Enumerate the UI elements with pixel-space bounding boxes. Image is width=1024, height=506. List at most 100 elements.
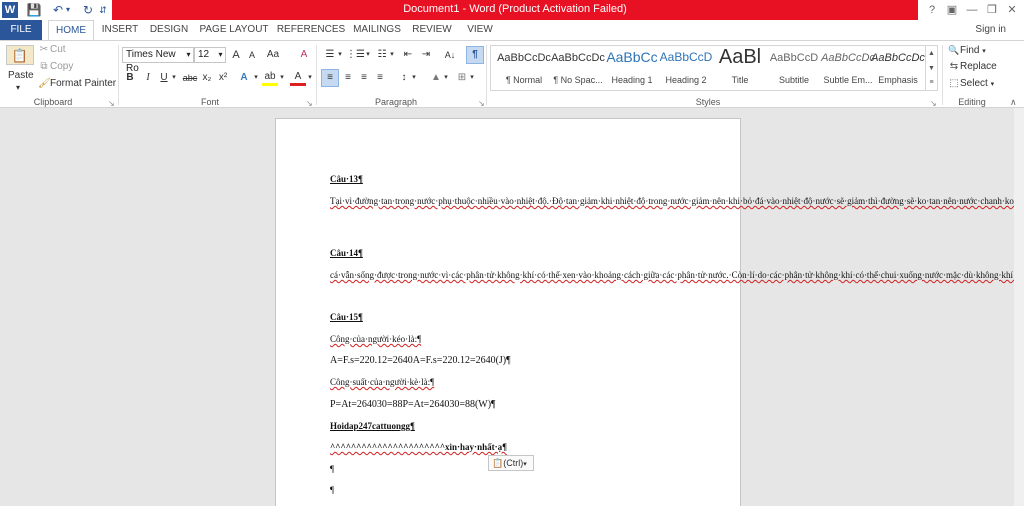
sign-in-link[interactable]: Sign in — [975, 20, 1006, 40]
minimize-icon[interactable]: — — [962, 1, 982, 19]
paragraph-cong[interactable]: Công·của·người·kéo·là:¶ — [330, 335, 690, 344]
change-case-icon[interactable]: Aa — [262, 47, 284, 63]
redo-icon[interactable]: ↻ — [80, 2, 96, 18]
style-preview: AaBbCcD — [659, 50, 713, 64]
clear-formatting-icon[interactable]: A — [296, 47, 312, 63]
paste-dropdown-icon[interactable]: ▾ — [16, 81, 20, 95]
group-divider — [118, 45, 119, 105]
magnifier-icon: 🔍 — [948, 45, 960, 55]
save-icon[interactable]: 💾 — [26, 2, 42, 18]
paragraph-cong-formula[interactable]: A=F.s=220.12=2640A=F.s=220.12=2640(J)¶ — [330, 356, 690, 366]
style-normal[interactable]: AaBbCcDc ¶ Normal — [493, 46, 555, 90]
font-name-dropdown-icon[interactable]: ▾ — [184, 47, 194, 63]
numbering-dropdown-icon[interactable]: ▾ — [364, 47, 372, 63]
numbering-icon[interactable]: ⋮☰ — [346, 47, 365, 63]
word-window: W 💾 ↶ ▾ ↻ ⇵ Document1 - Word (Product Ac… — [0, 0, 1024, 506]
close-icon[interactable]: ✕ — [1002, 1, 1022, 19]
undo-dropdown-icon[interactable]: ▾ — [64, 2, 72, 18]
multilevel-dropdown-icon[interactable]: ▾ — [388, 47, 396, 63]
sort-icon[interactable]: A↓ — [440, 47, 460, 63]
show-formatting-marks-icon[interactable]: ¶ — [466, 46, 484, 64]
word-app-icon[interactable]: W — [2, 2, 18, 18]
align-left-icon[interactable]: ≡ — [321, 69, 339, 87]
ribbon-display-options-icon[interactable]: ▣ — [942, 1, 962, 19]
copy-icon: ⧉ — [40, 61, 48, 72]
heading-cau-13[interactable]: Câu·13¶ — [330, 175, 690, 184]
italic-icon[interactable]: I — [140, 70, 156, 86]
help-icon[interactable]: ? — [922, 1, 942, 19]
shading-dropdown-icon[interactable]: ▾ — [442, 70, 450, 86]
tab-file[interactable]: FILE — [0, 20, 42, 40]
heading-cau-15[interactable]: Câu·15¶ — [330, 313, 690, 322]
document-page[interactable]: Câu·13¶ Tại·vì·đường·tan·trong·nước·phụ·… — [275, 118, 1024, 506]
paragraph-cong-suat[interactable]: Công·suất·của·người·kè·là:¶ — [330, 378, 690, 387]
font-name-input[interactable]: Times New Ro — [122, 47, 190, 74]
font-color-dropdown-icon[interactable]: ▾ — [306, 70, 314, 86]
find-button[interactable]: 🔍Find ▾ — [948, 43, 985, 59]
highlight-icon[interactable]: ab — [262, 70, 278, 86]
scroll-up-icon[interactable]: ▲ — [926, 46, 937, 61]
align-center-icon[interactable]: ≡ — [340, 70, 356, 86]
subscript-icon[interactable]: x₂ — [200, 70, 214, 86]
heading-cau-14[interactable]: Câu·14¶ — [330, 249, 690, 258]
paste-options-button[interactable]: 📋(Ctrl)▾ — [488, 455, 534, 471]
style-heading-1[interactable]: AaBbCc Heading 1 — [601, 46, 663, 90]
format-painter-button[interactable]: 🖌Format Painter — [38, 77, 116, 91]
font-size-dropdown-icon[interactable]: ▾ — [216, 47, 226, 63]
text-effects-icon[interactable]: A — [236, 70, 252, 86]
select-label: Select — [960, 78, 988, 89]
window-title: Document1 - Word (Product Activation Fai… — [403, 3, 627, 15]
style-subtle-emphasis[interactable]: AaBbCcDc Subtle Em... — [817, 46, 879, 90]
underline-dropdown-icon[interactable]: ▾ — [170, 70, 178, 86]
superscript-icon[interactable]: x² — [216, 70, 230, 86]
document-area: Câu·13¶ Tại·vì·đường·tan·trong·nước·phụ·… — [0, 108, 1024, 506]
scroll-down-icon[interactable]: ▼ — [926, 61, 937, 76]
tab-home[interactable]: HOME — [48, 20, 94, 40]
tab-page-layout[interactable]: PAGE LAYOUT — [198, 20, 270, 40]
paragraph-cau-13[interactable]: Tại·vì·đường·tan·trong·nước·phụ·thuộc·nh… — [330, 197, 1024, 206]
replace-button[interactable]: ⇆ Replace — [948, 60, 997, 74]
increase-indent-icon[interactable]: ⇥ — [418, 47, 434, 63]
paragraph-cau-14[interactable]: cá·vẫn·sống·được·trong·nước·vì·các·phân·… — [330, 271, 1024, 280]
justify-icon[interactable]: ≡ — [372, 70, 388, 86]
text-effects-dropdown-icon[interactable]: ▾ — [252, 70, 260, 86]
borders-dropdown-icon[interactable]: ▾ — [468, 70, 476, 86]
highlight-dropdown-icon[interactable]: ▾ — [278, 70, 286, 86]
paragraph-request[interactable]: ^^^^^^^^^^^^^^^^^^^^^^xin·hay·nhất·ạ¶ — [330, 443, 690, 452]
copy-button[interactable]: ⧉ Copy — [38, 60, 73, 74]
tab-review[interactable]: REVIEW — [410, 20, 454, 40]
tab-references[interactable]: REFERENCES — [276, 20, 346, 40]
decrease-indent-icon[interactable]: ⇤ — [400, 47, 416, 63]
tab-design[interactable]: DESIGN — [146, 20, 192, 40]
tab-view[interactable]: VIEW — [460, 20, 500, 40]
more-styles-icon[interactable]: ≡ — [926, 76, 937, 90]
cut-button[interactable]: ✂ Cut — [38, 43, 66, 57]
line-spacing-dropdown-icon[interactable]: ▾ — [410, 70, 418, 86]
paste-button[interactable]: Paste — [8, 69, 34, 83]
paragraph-empty[interactable]: ¶ — [330, 486, 690, 495]
tab-mailings[interactable]: MAILINGS — [350, 20, 404, 40]
strikethrough-icon[interactable]: abc — [180, 70, 200, 86]
style-emphasis[interactable]: AaBbCcDc Emphasis — [871, 46, 925, 90]
style-heading-2[interactable]: AaBbCcD Heading 2 — [655, 46, 717, 90]
style-subtitle[interactable]: AaBbCcD Subtitle — [763, 46, 825, 90]
collapse-ribbon-icon[interactable]: ∧ — [1010, 95, 1017, 109]
font-size-input[interactable]: 12 — [194, 47, 218, 63]
tab-insert[interactable]: INSERT — [98, 20, 142, 40]
restore-icon[interactable]: ❐ — [982, 1, 1002, 19]
grow-font-icon[interactable]: A — [228, 47, 244, 63]
shrink-font-icon[interactable]: A — [244, 47, 260, 63]
paragraph-signature[interactable]: Hoidap247cattuongg¶ — [330, 422, 690, 431]
style-title[interactable]: AaBl Title — [709, 46, 771, 90]
font-color-icon[interactable]: A — [290, 70, 306, 86]
align-right-icon[interactable]: ≡ — [356, 70, 372, 86]
paste-icon[interactable]: 📋 — [6, 45, 34, 65]
select-button[interactable]: ⬚Select ▾ — [948, 77, 994, 92]
bold-icon[interactable]: B — [122, 70, 138, 86]
paragraph-cong-suat-formula[interactable]: P=At=264030=88P=At=264030=88(W)¶ — [330, 400, 690, 410]
style-no-spacing[interactable]: AaBbCcDc ¶ No Spac... — [547, 46, 609, 90]
vertical-scrollbar[interactable] — [1014, 108, 1024, 506]
select-dropdown-icon: ▾ — [990, 81, 995, 88]
customize-quick-access-icon[interactable]: ⇵ — [98, 2, 108, 18]
bullets-dropdown-icon[interactable]: ▾ — [336, 47, 344, 63]
